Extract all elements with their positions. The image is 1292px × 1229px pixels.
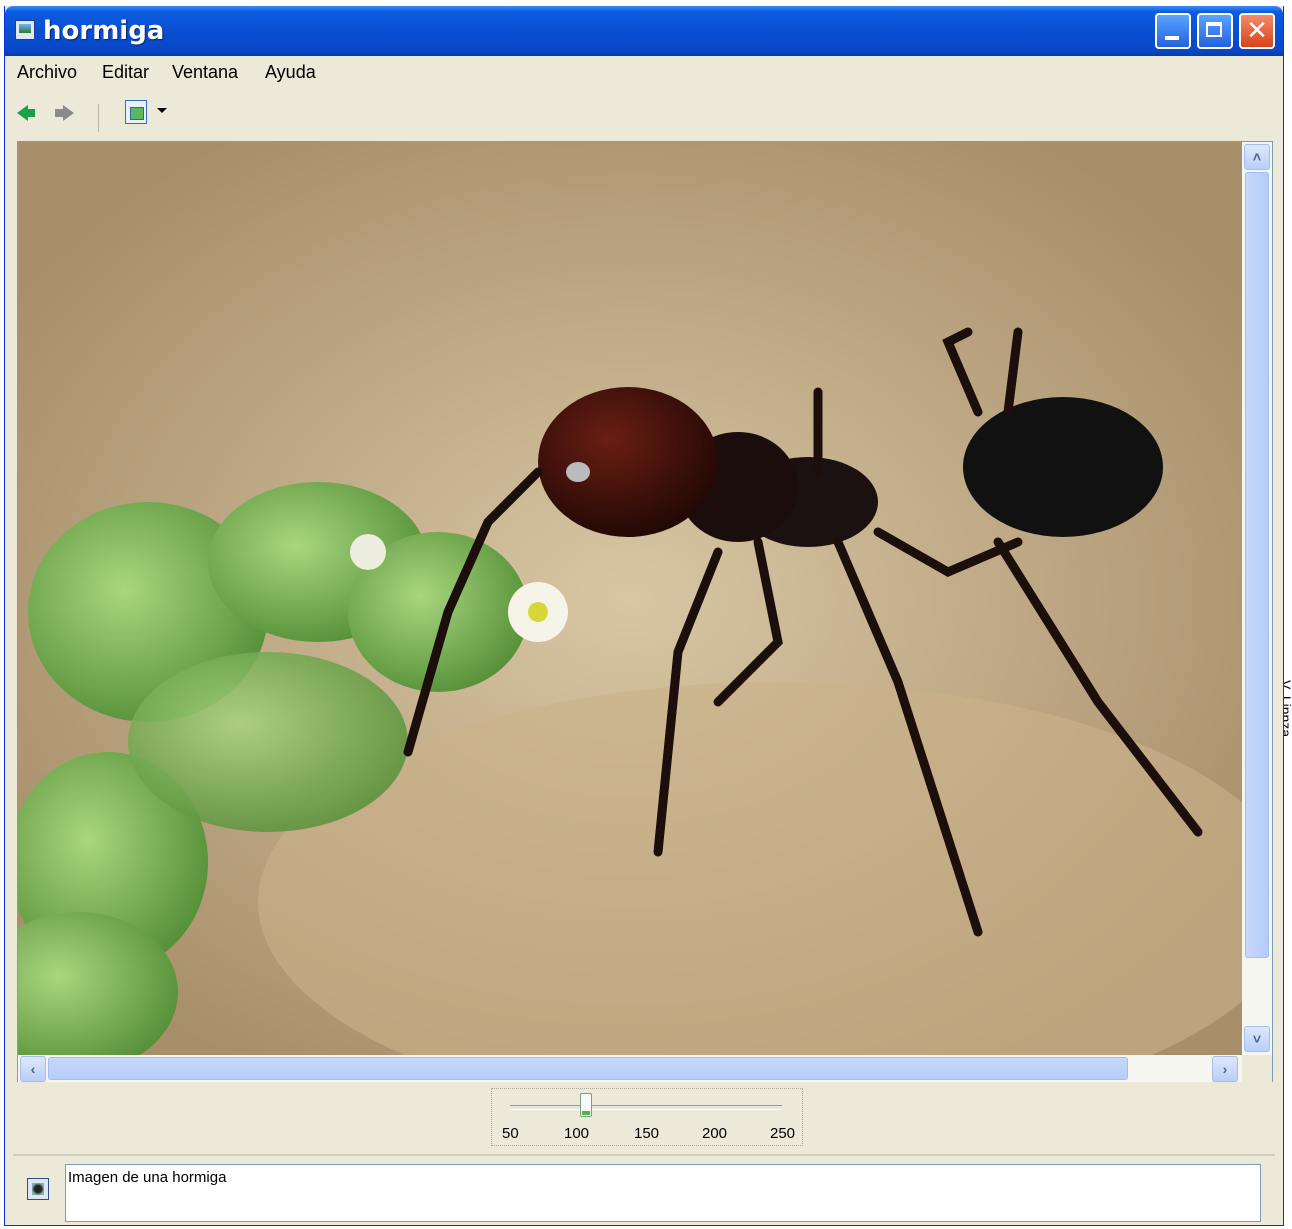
back-arrow-icon[interactable] <box>15 100 41 126</box>
zoom-tick: 200 <box>702 1125 728 1142</box>
properties-icon[interactable] <box>27 1178 49 1200</box>
scrollbar-corner <box>1242 1055 1272 1082</box>
caption-area: Imagen de una hormiga <box>13 1154 1275 1226</box>
scroll-down-icon[interactable]: ˅ <box>1244 1026 1270 1052</box>
close-button[interactable]: ✕ <box>1239 13 1275 49</box>
zoom-slider-track[interactable] <box>510 1105 782 1110</box>
vertical-scrollbar[interactable]: ˄ ˅ <box>1242 142 1272 1055</box>
image-viewer-window: hormiga ✕ Archivo Editar Ventana Ayuda ˄… <box>4 6 1284 1226</box>
ant-photo <box>18 142 1242 1055</box>
menu-ayuda[interactable]: Ayuda <box>265 62 316 83</box>
window-title: hormiga <box>43 16 165 46</box>
side-edge-text: V. Linnza <box>1284 680 1292 738</box>
toolbar <box>5 92 1283 138</box>
scroll-up-icon[interactable]: ˄ <box>1244 144 1270 170</box>
maximize-button[interactable] <box>1197 13 1233 49</box>
picture-icon <box>15 20 35 40</box>
menu-editar[interactable]: Editar <box>102 62 149 83</box>
image-viewport: ˄ ˅ ‹ › <box>17 141 1273 1082</box>
zoom-tick: 250 <box>770 1125 796 1142</box>
forward-arrow-icon[interactable] <box>51 100 77 126</box>
menu-bar: Archivo Editar Ventana Ayuda <box>5 56 1283 90</box>
close-icon: ✕ <box>1246 16 1268 46</box>
horizontal-scroll-thumb[interactable] <box>48 1057 1128 1080</box>
menu-ventana[interactable]: Ventana <box>172 62 238 83</box>
minimize-button[interactable] <box>1155 13 1191 49</box>
zoom-slider-handle[interactable] <box>580 1093 592 1117</box>
ant-illustration <box>18 142 1242 1055</box>
toolbar-separator <box>98 104 99 132</box>
zoom-tick: 100 <box>564 1125 590 1142</box>
dropdown-caret-icon[interactable] <box>157 108 167 113</box>
horizontal-scrollbar[interactable]: ‹ › <box>18 1055 1242 1082</box>
zoom-tick: 150 <box>634 1125 660 1142</box>
title-bar[interactable]: hormiga ✕ <box>5 6 1283 56</box>
vertical-scroll-thumb[interactable] <box>1245 172 1269 958</box>
menu-archivo[interactable]: Archivo <box>17 62 77 83</box>
view-mode-icon[interactable] <box>125 100 147 124</box>
zoom-tick: 50 <box>502 1125 519 1142</box>
zoom-slider-panel: 50 100 150 200 250 <box>491 1088 803 1146</box>
scroll-right-icon[interactable]: › <box>1212 1056 1238 1082</box>
scroll-left-icon[interactable]: ‹ <box>20 1056 46 1082</box>
caption-textbox[interactable]: Imagen de una hormiga <box>65 1164 1261 1222</box>
